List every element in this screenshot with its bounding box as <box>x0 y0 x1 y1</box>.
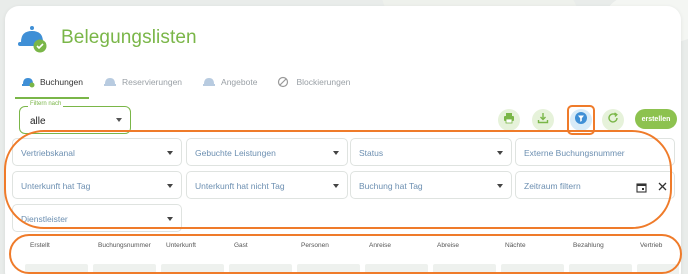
tab-angebote[interactable]: Angebote <box>196 68 263 96</box>
column-header-abreise[interactable]: Abreise <box>437 242 459 249</box>
status-placeholder: Status <box>359 148 384 158</box>
close-icon[interactable] <box>657 179 668 197</box>
dienstleister-placeholder: Dienstleister <box>21 214 68 224</box>
refresh-button[interactable] <box>602 109 624 131</box>
download-button[interactable] <box>532 109 554 131</box>
bell-check-icon <box>15 21 49 55</box>
unterkunft-hat-tag-select[interactable]: Unterkunft hat Tag <box>12 171 182 199</box>
page-title: Belegungslisten <box>61 27 197 48</box>
chevron-down-icon <box>167 217 173 221</box>
loading-placeholder <box>25 264 88 274</box>
chevron-down-icon <box>497 184 503 188</box>
column-header-buchungsnummer[interactable]: Buchungsnummer <box>98 242 151 249</box>
zeitraum-filtern-input[interactable]: Zeitraum filtern <box>515 171 675 199</box>
create-button[interactable]: erstellen <box>635 109 677 129</box>
filter-button-highlight <box>567 105 595 135</box>
table-header: Erstellt Buchungsnummer Unterkunft Gast … <box>18 239 678 255</box>
filter-by-value: alle <box>30 116 46 127</box>
unterkunft-hat-nicht-tag-placeholder: Unterkunft hat nicht Tag <box>195 181 285 191</box>
vertriebskanal-select[interactable]: Vertriebskanal <box>12 138 182 166</box>
print-icon <box>503 111 515 129</box>
filter-by-select[interactable]: Filtern nach alle <box>19 101 131 134</box>
externe-buchungsnummer-placeholder: Externe Buchungsnummer <box>524 148 625 158</box>
main-card: Belegungslisten Buchungen Reservierungen… <box>5 6 681 274</box>
bell-icon <box>103 76 117 88</box>
loading-placeholder <box>501 264 564 274</box>
chevron-down-icon <box>167 151 173 155</box>
page-header: Belegungslisten <box>15 18 197 58</box>
tab-bar: Buchungen Reservierungen Angebote Blocki… <box>15 68 364 99</box>
unterkunft-hat-tag-placeholder: Unterkunft hat Tag <box>21 181 91 191</box>
filter-by-label: Filtern nach <box>28 101 64 107</box>
column-header-gast[interactable]: Gast <box>234 242 248 249</box>
tab-reservierungen[interactable]: Reservierungen <box>97 68 188 96</box>
loading-placeholder <box>297 264 360 274</box>
column-header-naechte[interactable]: Nächte <box>505 242 526 249</box>
buchung-hat-tag-placeholder: Buchung hat Tag <box>359 181 423 191</box>
bell-icon <box>21 76 35 88</box>
vertriebskanal-placeholder: Vertriebskanal <box>21 148 75 158</box>
print-button[interactable] <box>498 109 520 131</box>
unterkunft-hat-nicht-tag-select[interactable]: Unterkunft hat nicht Tag <box>186 171 348 199</box>
loading-placeholder <box>229 264 292 274</box>
column-header-bezahlung[interactable]: Bezahlung <box>573 242 604 249</box>
chevron-down-icon <box>497 151 503 155</box>
loading-placeholder <box>365 264 428 274</box>
loading-placeholder <box>637 264 679 274</box>
status-select[interactable]: Status <box>350 138 512 166</box>
loading-placeholder <box>569 264 632 274</box>
chevron-down-icon <box>333 184 339 188</box>
tab-buchungen[interactable]: Buchungen <box>15 68 90 99</box>
block-icon <box>277 76 291 88</box>
loading-placeholder <box>93 264 156 274</box>
loading-placeholder <box>161 264 224 274</box>
tab-blockierungen[interactable]: Blockierungen <box>271 68 356 96</box>
chevron-down-icon <box>116 118 122 122</box>
column-header-personen[interactable]: Personen <box>301 242 329 249</box>
calendar-icon[interactable] <box>636 180 647 198</box>
loading-placeholder <box>433 264 496 274</box>
refresh-icon <box>607 111 619 129</box>
buchung-hat-tag-select[interactable]: Buchung hat Tag <box>350 171 512 199</box>
tab-label: Reservierungen <box>122 77 183 87</box>
tab-label: Buchungen <box>40 77 84 87</box>
chevron-down-icon <box>333 151 339 155</box>
column-header-vertrieb[interactable]: Vertrieb <box>640 242 662 249</box>
zeitraum-filtern-placeholder: Zeitraum filtern <box>524 181 581 191</box>
dienstleister-select[interactable]: Dienstleister <box>12 204 182 232</box>
tab-label: Blockierungen <box>296 77 351 87</box>
gebuchte-leistungen-placeholder: Gebuchte Leistungen <box>195 148 276 158</box>
bell-icon <box>202 76 216 88</box>
column-header-erstellt[interactable]: Erstellt <box>30 242 50 249</box>
externe-buchungsnummer-input[interactable]: Externe Buchungsnummer <box>515 138 675 166</box>
column-header-anreise[interactable]: Anreise <box>369 242 391 249</box>
column-header-unterkunft[interactable]: Unterkunft <box>166 242 196 249</box>
download-icon <box>537 111 549 129</box>
gebuchte-leistungen-select[interactable]: Gebuchte Leistungen <box>186 138 348 166</box>
chevron-down-icon <box>167 184 173 188</box>
tab-label: Angebote <box>221 77 258 87</box>
